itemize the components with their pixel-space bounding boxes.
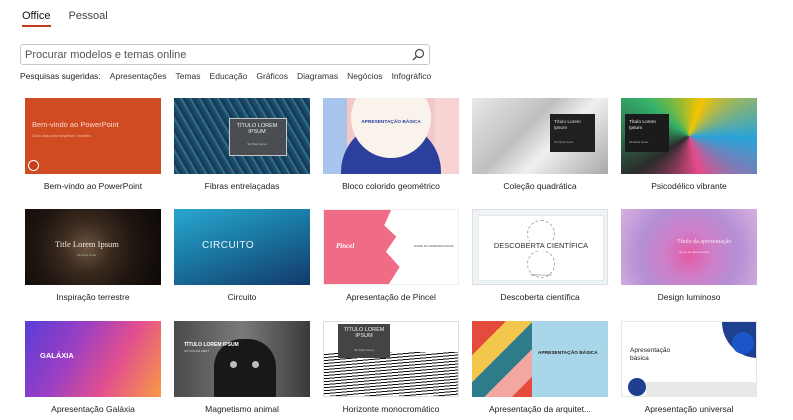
template-card[interactable]: APRESENTAÇÃO BÁSICA Apresentação da arqu… (472, 321, 608, 414)
template-name: Descoberta científica (500, 292, 580, 302)
template-thumbnail[interactable]: TÍTULO LOREM IPSUM Sit Dolor Amet (323, 321, 459, 397)
template-thumbnail[interactable]: GALÁXIA (25, 321, 161, 397)
thumb-subtitle: Sit Dolor Amet (77, 253, 97, 257)
thumb-title: GALÁXIA (40, 351, 74, 360)
search-icon[interactable] (407, 45, 429, 64)
template-card[interactable]: GALÁXIA Apresentação Galáxia (25, 321, 161, 414)
template-name: Apresentação da arquitet... (488, 404, 592, 414)
template-card[interactable]: Pincel NOME DO APRESENTADOR Apresentação… (323, 209, 459, 302)
template-tabs: Office Pessoal (22, 10, 108, 27)
thumb-subtitle: NOME DO APRESENTADOR (414, 244, 454, 248)
thumb-subtitle: Nome do apresentador (679, 250, 710, 254)
template-name: Coleção quadrática (503, 181, 577, 191)
thumb-subtitle: SIT DOLOR AMET (184, 349, 210, 353)
thumb-title: Title Lorem Ipsum (55, 239, 119, 249)
suggestion-temas[interactable]: Temas (176, 71, 201, 81)
template-thumbnail[interactable]: APRESENTAÇÃO BÁSICA (323, 98, 459, 174)
template-card[interactable]: Título Lorem Ipsum Sit Dolor Amet Psicod… (621, 98, 757, 191)
template-thumbnail[interactable]: CIRCUITO (174, 209, 310, 285)
thumb-title: Bem-vindo ao PowerPoint (32, 120, 119, 129)
template-name: Fibras entrelaçadas (204, 181, 280, 191)
template-name: Horizonte monocromático (342, 404, 440, 414)
template-name: Circuito (227, 292, 257, 302)
template-card[interactable]: TÍTULO LOREM IPSUM Sit Dolor Amet Fibras… (174, 98, 310, 191)
thumb-title: Título Lorem Ipsum (629, 120, 656, 131)
suggestion-apresentacoes[interactable]: Apresentações (110, 71, 167, 81)
thumb-title: Título da apresentação (677, 239, 732, 245)
template-name: Apresentação Galáxia (51, 404, 135, 414)
suggested-searches: Pesquisas sugeridas: Apresentações Temas… (20, 71, 431, 81)
thumb-subtitle: Sit Dolor Amet (629, 140, 649, 144)
template-thumbnail[interactable]: Título Lorem Ipsum Sit Dolor Amet (621, 98, 757, 174)
template-thumbnail[interactable]: Apresentação básica (621, 321, 757, 397)
template-name: Magnetismo animal (205, 404, 279, 414)
template-name: Bem-vindo ao PowerPoint (43, 181, 143, 191)
thumb-title: TÍTULO LOREM IPSUM (343, 327, 385, 339)
template-thumbnail[interactable]: Título Lorem Ipsum Sit Dolor Amet (472, 98, 608, 174)
suggested-searches-label: Pesquisas sugeridas: (20, 71, 101, 81)
thumb-subtitle: Sit Dolor Amet (247, 142, 267, 146)
template-thumbnail[interactable]: Título da apresentação Nome do apresenta… (621, 209, 757, 285)
template-card[interactable]: DESCOBERTA CIENTÍFICA SUBTÍTULO AQUI Des… (472, 209, 608, 302)
template-card[interactable]: Título da apresentação Nome do apresenta… (621, 209, 757, 302)
thumb-subtitle: SUBTÍTULO AQUI (530, 274, 552, 277)
template-name: Inspiração terrestre (56, 292, 130, 302)
template-name: Design luminoso (657, 292, 721, 302)
template-name: Apresentação de Pincel (346, 292, 436, 302)
template-card[interactable]: Title Lorem Ipsum Sit Dolor Amet Inspira… (25, 209, 161, 302)
template-card[interactable]: Título Lorem Ipsum Sit Dolor Amet Coleçã… (472, 98, 608, 191)
template-card[interactable]: Apresentação básica Apresentação univers… (621, 321, 757, 414)
template-name: Psicodélico vibrante (651, 181, 727, 191)
thumb-title: APRESENTAÇÃO BÁSICA (538, 351, 598, 356)
thumb-title: TÍTULO LOREM IPSUM (236, 123, 278, 135)
search-box (20, 44, 430, 65)
thumb-title: APRESENTAÇÃO BÁSICA (361, 120, 421, 125)
thumb-subtitle: Cinco dicas para simplificar o trabalho (32, 134, 92, 138)
thumb-subtitle: Sit Dolor Amet (354, 348, 374, 352)
suggestion-negocios[interactable]: Negócios (347, 71, 382, 81)
suggestion-diagramas[interactable]: Diagramas (297, 71, 338, 81)
suggestion-graficos[interactable]: Gráficos (256, 71, 288, 81)
template-thumbnail[interactable]: DESCOBERTA CIENTÍFICA SUBTÍTULO AQUI (472, 209, 608, 285)
template-card[interactable]: CIRCUITO Circuito (174, 209, 310, 302)
tab-pessoal[interactable]: Pessoal (69, 10, 108, 27)
template-thumbnail[interactable]: APRESENTAÇÃO BÁSICA (472, 321, 608, 397)
template-name: Apresentação universal (644, 404, 734, 414)
template-thumbnail[interactable]: TÍTULO LOREM IPSUM Sit Dolor Amet (174, 98, 310, 174)
tab-office[interactable]: Office (22, 10, 51, 27)
template-thumbnail[interactable]: TÍTULO LOREM IPSUM SIT DOLOR AMET (174, 321, 310, 397)
template-card[interactable]: Bem-vindo ao PowerPoint Cinco dicas para… (25, 98, 161, 191)
suggestion-infografico[interactable]: Infográfico (392, 71, 432, 81)
search-input[interactable] (21, 45, 407, 64)
thumb-subtitle: Sit Dolor Amet (554, 140, 574, 144)
thumb-title: DESCOBERTA CIENTÍFICA (479, 241, 603, 251)
thumb-title: CIRCUITO (202, 240, 255, 251)
template-card[interactable]: TÍTULO LOREM IPSUM Sit Dolor Amet Horizo… (323, 321, 459, 414)
template-name: Bloco colorido geométrico (342, 181, 440, 191)
template-card[interactable]: TÍTULO LOREM IPSUM SIT DOLOR AMET Magnet… (174, 321, 310, 414)
thumb-title: Título Lorem Ipsum (554, 120, 581, 131)
thumb-title: Pincel (336, 242, 355, 250)
thumb-title: TÍTULO LOREM IPSUM (184, 342, 239, 348)
template-thumbnail[interactable]: Bem-vindo ao PowerPoint Cinco dicas para… (25, 98, 161, 174)
thumb-title: Apresentação básica (630, 347, 671, 362)
template-thumbnail[interactable]: Pincel NOME DO APRESENTADOR (323, 209, 459, 285)
powerpoint-logo-icon (28, 160, 39, 171)
template-thumbnail[interactable]: Title Lorem Ipsum Sit Dolor Amet (25, 209, 161, 285)
template-card[interactable]: APRESENTAÇÃO BÁSICA Bloco colorido geomé… (323, 98, 459, 191)
suggestion-educacao[interactable]: Educação (210, 71, 248, 81)
